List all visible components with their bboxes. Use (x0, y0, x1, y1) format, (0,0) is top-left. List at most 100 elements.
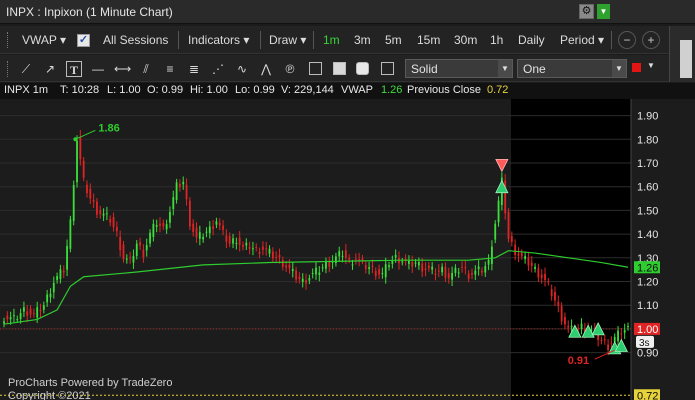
candle-body (288, 264, 291, 269)
chevron-down-icon[interactable]: ▼ (647, 61, 655, 70)
candle-body (59, 269, 62, 279)
current-price-tag: 1.00 (637, 324, 658, 336)
gear-icon[interactable]: ⚙ (579, 4, 594, 19)
candle-body (348, 257, 351, 260)
indicators-dropdown[interactable]: Indicators ▾ (188, 33, 249, 47)
candle-body (534, 266, 536, 269)
fib-extension-icon[interactable]: ≣ (186, 61, 202, 77)
candle-body (122, 244, 125, 260)
line-color-swatch[interactable] (632, 63, 641, 72)
candle-body (481, 270, 483, 273)
timeframe-daily[interactable]: Daily (518, 33, 545, 47)
trendline-icon[interactable]: ⟋ (18, 61, 34, 77)
candle-body (491, 246, 493, 264)
candle-body (82, 160, 85, 178)
text-tool-icon[interactable]: T (66, 61, 82, 77)
title-bar: INPX : Inpixon (1 Minute Chart) ⚙ ▼ (0, 0, 695, 24)
candle-body (487, 259, 490, 265)
candle-body (89, 188, 92, 199)
fibonacci-icon[interactable]: ≡ (162, 61, 178, 77)
toolbar-grip[interactable] (7, 32, 10, 48)
candle-body (102, 213, 105, 216)
rectangle-outline-icon[interactable] (309, 62, 322, 75)
rectangle-fill-icon[interactable] (333, 62, 346, 75)
candle-body (66, 245, 68, 270)
vwap-checkbox[interactable]: ✓ (77, 34, 90, 47)
candle-body (547, 281, 550, 283)
candle-body (212, 226, 215, 229)
chevron-down-icon[interactable]: ▼ (597, 4, 610, 19)
horizontal-line-icon[interactable]: — (90, 61, 106, 77)
candle-body (291, 268, 294, 272)
candle-body (417, 262, 420, 266)
rounded-rectangle-icon[interactable] (356, 62, 369, 75)
timeframe-5m[interactable]: 5m (385, 33, 402, 47)
y-tick-label: 1.20 (637, 276, 658, 288)
pattern-icon[interactable]: ⋀ (258, 61, 274, 77)
candle-body (305, 280, 307, 284)
period-dropdown[interactable]: Period ▾ (560, 33, 604, 47)
brush-icon[interactable]: ℗ (282, 61, 298, 77)
candle-body (308, 278, 311, 281)
wave-icon[interactable]: ∿ (234, 61, 250, 77)
candle-body (295, 270, 297, 280)
candle-body (620, 333, 623, 335)
candle-body (275, 256, 278, 258)
gann-fan-icon[interactable]: ⋰ (210, 61, 226, 77)
price-chart[interactable]: 0.901.001.101.201.301.401.501.601.701.80… (0, 99, 695, 400)
candle-body (242, 244, 244, 247)
candle-body (182, 181, 185, 185)
candle-body (23, 307, 25, 312)
candle-body (105, 213, 108, 215)
candle-body (215, 221, 218, 225)
candle-body (119, 236, 122, 251)
candle-body (208, 226, 211, 234)
all-sessions-button[interactable]: All Sessions (103, 33, 168, 47)
timeframe-15m[interactable]: 15m (417, 33, 440, 47)
timeframe-30m[interactable]: 30m (454, 33, 477, 47)
horizontal-ray-icon[interactable]: ⟷ (114, 61, 131, 77)
timeframe-3m[interactable]: 3m (354, 33, 371, 47)
scrollbar-thumb[interactable] (680, 40, 692, 78)
zoom-out-icon[interactable]: − (618, 31, 636, 49)
candle-body (228, 235, 231, 244)
ray-icon[interactable]: ↗ (42, 61, 58, 77)
candle-body (195, 227, 198, 238)
vwap-value: 1.26 (381, 84, 403, 96)
timeframe-1m[interactable]: 1m (323, 33, 340, 47)
y-tick-label: 1.50 (637, 205, 658, 217)
candle-body (451, 272, 453, 280)
candle-body (235, 243, 238, 245)
candle-body (129, 257, 132, 259)
candle-body (46, 294, 49, 303)
candle-body (338, 251, 341, 257)
draw-dropdown[interactable]: Draw ▾ (269, 33, 306, 47)
open-value: O: 0.99 (147, 84, 184, 96)
square-outline-icon[interactable] (381, 62, 394, 75)
candle-body (96, 201, 98, 215)
toolbar-scrollbar[interactable] (669, 26, 695, 82)
candle-body (192, 223, 195, 232)
vwap-price-tag: 1.26 (637, 262, 658, 274)
candle-body (351, 264, 354, 266)
candle-body (510, 235, 513, 242)
vwap-dropdown[interactable]: VWAP ▾ (22, 33, 66, 47)
toolbar-grip[interactable] (7, 61, 10, 77)
line-style-select[interactable]: Solid ▼ (405, 59, 513, 78)
candle-body (570, 325, 573, 328)
line-width-select[interactable]: One ▼ (517, 59, 627, 78)
candle-body (514, 244, 517, 255)
candle-body (169, 211, 171, 223)
divider (313, 31, 314, 49)
parallel-channel-icon[interactable]: ⫽ (138, 61, 154, 77)
zoom-in-icon[interactable]: + (642, 31, 660, 49)
candle-body (494, 223, 497, 240)
candle-body (603, 339, 606, 341)
candle-body (554, 291, 556, 301)
timeframe-1h[interactable]: 1h (490, 33, 503, 47)
candle-body (252, 248, 254, 250)
candle-body (245, 242, 248, 246)
candle-body (627, 326, 629, 328)
candle-body (564, 317, 566, 325)
candle-body (344, 250, 347, 258)
